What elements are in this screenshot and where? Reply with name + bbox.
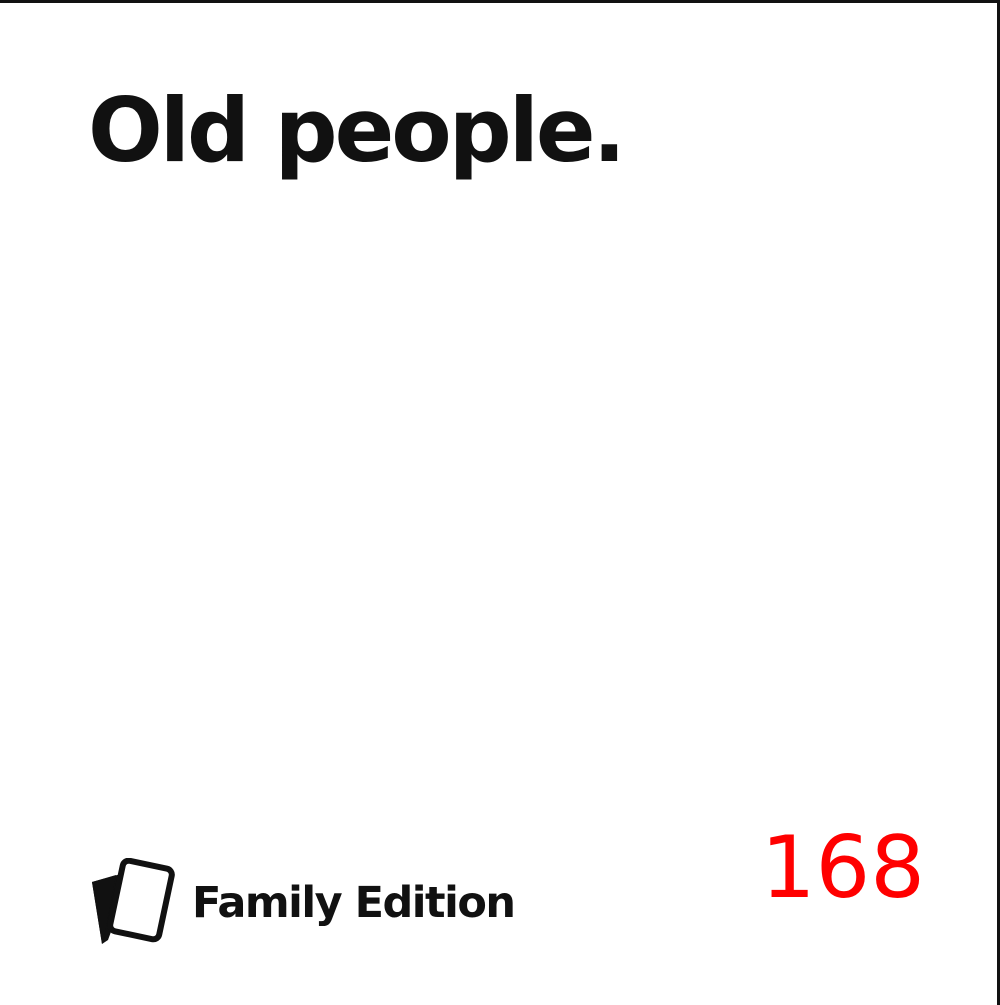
game-card: Old people. Family Edition 168 <box>0 0 1000 1005</box>
brand-label: Family Edition <box>192 878 516 928</box>
two-cards-icon <box>92 858 175 944</box>
brand-logo: Family Edition <box>88 858 516 948</box>
card-number: 168 <box>760 818 925 918</box>
card-text: Old people. <box>88 79 626 182</box>
